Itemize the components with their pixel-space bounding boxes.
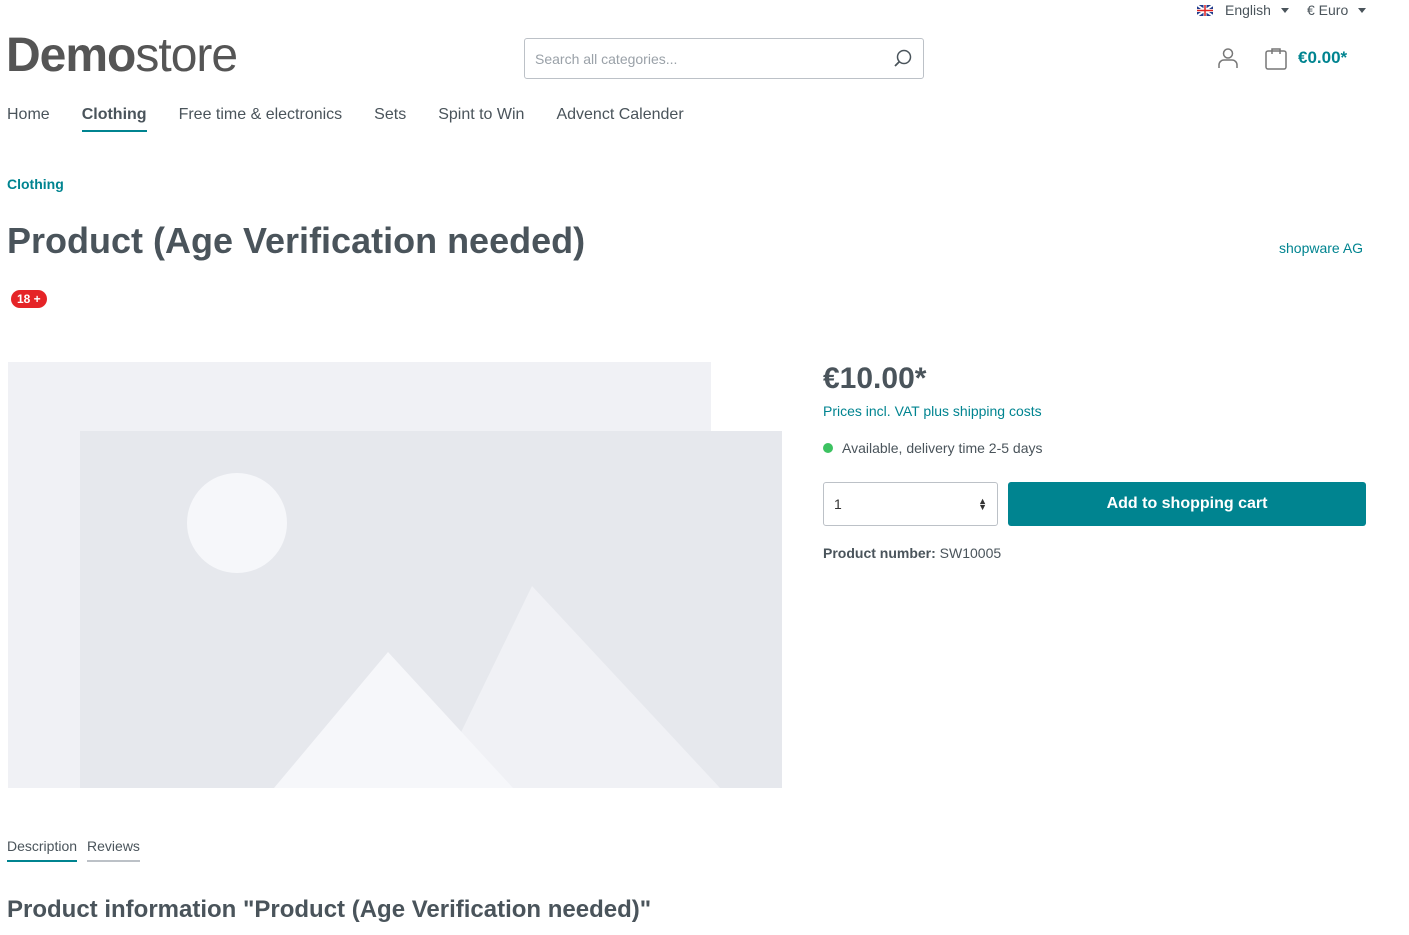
currency-label: € Euro: [1307, 2, 1349, 18]
language-label: English: [1225, 2, 1271, 18]
product-number: Product number: SW10005: [823, 545, 1001, 561]
main-nav: Home Clothing Free time & electronics Se…: [7, 106, 684, 132]
product-info-title: Product information "Product (Age Verifi…: [7, 896, 652, 923]
caret-down-icon: [1280, 7, 1289, 13]
product-price: €10.00*: [823, 362, 927, 395]
select-arrows-icon: ▲ ▼: [978, 496, 987, 512]
page-title: Product (Age Verification needed): [7, 220, 586, 261]
account-icon[interactable]: [1217, 47, 1239, 69]
status-dot-icon: [823, 443, 833, 453]
cart-icon[interactable]: [1264, 46, 1288, 70]
caret-down-icon: [1358, 7, 1367, 13]
currency-selector[interactable]: € Euro: [1307, 2, 1367, 18]
availability: Available, delivery time 2-5 days: [823, 440, 1043, 456]
tab-description[interactable]: Description: [7, 838, 78, 862]
nav-advent-calendar[interactable]: Advenct Calender: [556, 106, 683, 132]
product-image-placeholder: [8, 362, 782, 788]
manufacturer-link[interactable]: shopware AG: [1279, 240, 1363, 256]
nav-home[interactable]: Home: [7, 106, 50, 132]
tab-reviews[interactable]: Reviews: [87, 838, 140, 862]
product-number-value: SW10005: [939, 545, 1002, 561]
breadcrumb[interactable]: Clothing: [7, 176, 64, 192]
product-tabs: Description Reviews: [7, 838, 140, 862]
nav-free-time[interactable]: Free time & electronics: [179, 106, 343, 132]
product-number-label: Product number:: [823, 545, 936, 561]
tax-note-link[interactable]: Prices incl. VAT plus shipping costs: [823, 403, 1042, 419]
language-selector[interactable]: English: [1197, 2, 1289, 18]
age-badge: 18 +: [11, 290, 47, 308]
logo-bold: Demo: [6, 29, 136, 82]
quantity-select[interactable]: 1 ▲ ▼: [823, 482, 998, 526]
cart-total[interactable]: €0.00*: [1298, 48, 1347, 68]
logo-light: store: [135, 29, 238, 82]
logo[interactable]: Demostore: [6, 28, 238, 83]
nav-clothing[interactable]: Clothing: [81, 106, 147, 132]
availability-text: Available, delivery time 2-5 days: [842, 440, 1043, 456]
uk-flag-icon: [1197, 4, 1213, 16]
quantity-value: 1: [834, 496, 842, 512]
search-input[interactable]: Search all categories...: [524, 38, 924, 79]
search-icon[interactable]: [893, 49, 913, 69]
nav-sets[interactable]: Sets: [374, 106, 406, 132]
nav-spin-to-win[interactable]: Spint to Win: [438, 106, 524, 132]
add-to-cart-button[interactable]: Add to shopping cart: [1008, 482, 1366, 526]
search-placeholder: Search all categories...: [535, 50, 678, 67]
